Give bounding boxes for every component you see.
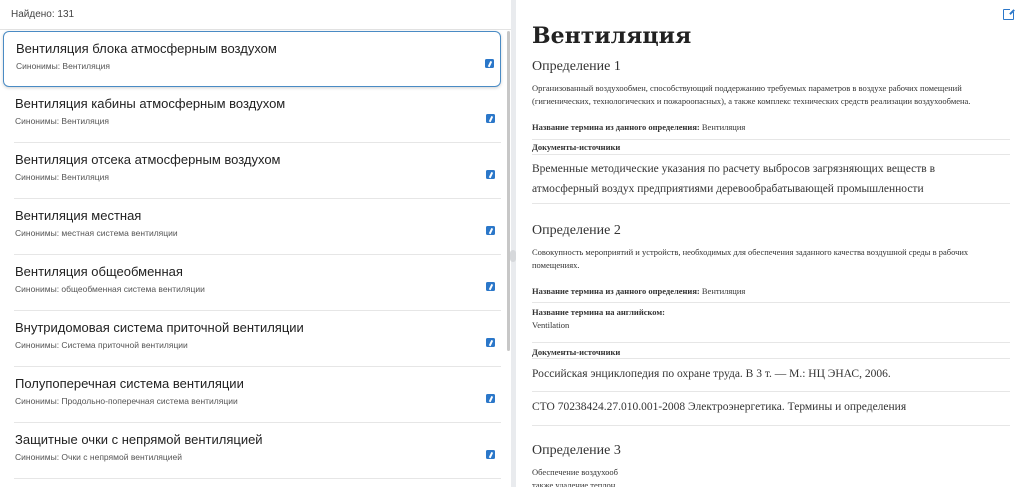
edit-icon[interactable] bbox=[486, 282, 495, 291]
term-name-label: Название термина из данного определения: bbox=[532, 286, 700, 296]
source-document[interactable]: СТО 70238424.27.010.001-2008 Электроэнер… bbox=[532, 397, 1002, 417]
term-name-value: Вентиляция bbox=[701, 122, 746, 132]
sources-label: Документы-источники bbox=[532, 347, 621, 357]
term-name-row: Название термина из данного определения:… bbox=[532, 286, 745, 296]
edit-icon[interactable] bbox=[486, 114, 495, 123]
result-synonyms: Синонимы: местная система вентиляции bbox=[15, 228, 178, 238]
result-item[interactable]: Вентиляция кабины атмосферным воздухом С… bbox=[3, 87, 501, 143]
edit-icon[interactable] bbox=[486, 338, 495, 347]
result-item[interactable]: Вентиляция местная Синонимы: местная сис… bbox=[3, 199, 501, 255]
term-name-label: Название термина из данного определения: bbox=[532, 122, 700, 132]
definition-heading: Определение 1 bbox=[532, 59, 621, 74]
term-title: Вентиляция bbox=[532, 23, 692, 49]
source-document[interactable]: Российская энциклопедия по охране труда.… bbox=[532, 364, 1002, 384]
result-item[interactable]: Полупоперечная система вентиляции Синони… bbox=[3, 367, 501, 423]
definition-text-line: Обеспечение воздухооб bbox=[532, 467, 618, 477]
source-document[interactable]: Временные методические указания по расче… bbox=[532, 159, 1002, 199]
detail-pane: Вентиляция Определение 1 Организованный … bbox=[516, 0, 1024, 487]
result-title: Вентиляция местная bbox=[15, 208, 142, 223]
result-title: Защитные очки с непрямой вентиляцией bbox=[15, 432, 263, 447]
result-synonyms: Синонимы: Вентиляция bbox=[15, 172, 109, 182]
result-title: Внутридомовая система приточной вентиляц… bbox=[15, 320, 304, 335]
result-item[interactable]: Вентиляция общеобменная Синонимы: общеоб… bbox=[3, 255, 501, 311]
result-title: Вентиляция общеобменная bbox=[15, 264, 183, 279]
results-list: Вентиляция блока атмосферным воздухом Си… bbox=[0, 31, 511, 479]
edit-icon[interactable] bbox=[486, 394, 495, 403]
result-title: Вентиляция отсека атмосферным воздухом bbox=[15, 152, 281, 167]
result-item[interactable]: Вентиляция блока атмосферным воздухом Си… bbox=[3, 31, 501, 87]
results-pane: Найдено: 131 Вентиляция блока атмосферны… bbox=[0, 0, 511, 487]
edit-icon[interactable] bbox=[486, 226, 495, 235]
definition-text-line: также удаление теплон bbox=[532, 480, 616, 487]
term-name-row: Название термина из данного определения:… bbox=[532, 122, 745, 132]
english-term-label: Название термина на английском: bbox=[532, 307, 665, 317]
result-synonyms: Синонимы: Вентиляция bbox=[16, 61, 110, 71]
results-count: Найдено: 131 bbox=[11, 9, 75, 20]
result-synonyms: Синонимы: Вентиляция bbox=[15, 116, 109, 126]
definition-text: Организованный воздухообмен, способствую… bbox=[532, 83, 971, 106]
result-item[interactable]: Внутридомовая система приточной вентиляц… bbox=[3, 311, 501, 367]
definition-heading: Определение 2 bbox=[532, 223, 621, 238]
edit-icon[interactable] bbox=[486, 170, 495, 179]
sources-label: Документы-источники bbox=[532, 142, 621, 152]
term-name-value: Вентиляция bbox=[701, 286, 746, 296]
open-external-icon[interactable] bbox=[1003, 7, 1015, 20]
result-synonyms: Синонимы: общеобменная система вентиляци… bbox=[15, 284, 205, 294]
result-item[interactable]: Вентиляция отсека атмосферным воздухом С… bbox=[3, 143, 501, 199]
definition-heading: Определение 3 bbox=[532, 443, 621, 458]
result-synonyms: Синонимы: Продольно-поперечная система в… bbox=[15, 396, 238, 406]
edit-icon[interactable] bbox=[486, 450, 495, 459]
result-title: Вентиляция блока атмосферным воздухом bbox=[16, 41, 277, 56]
english-term-value: Ventilation bbox=[532, 320, 570, 330]
result-title: Вентиляция кабины атмосферным воздухом bbox=[15, 96, 286, 111]
definition-text: Совокупность мероприятий и устройств, не… bbox=[532, 247, 969, 270]
result-synonyms: Синонимы: Очки с непрямой вентиляцией bbox=[15, 452, 182, 462]
edit-icon[interactable] bbox=[485, 59, 494, 68]
result-item[interactable]: Защитные очки с непрямой вентиляцией Син… bbox=[3, 423, 501, 479]
results-scrollbar[interactable] bbox=[507, 31, 510, 351]
divider bbox=[0, 29, 511, 30]
result-synonyms: Синонимы: Система приточной вентиляции bbox=[15, 340, 188, 350]
result-title: Полупоперечная система вентиляции bbox=[15, 376, 244, 391]
